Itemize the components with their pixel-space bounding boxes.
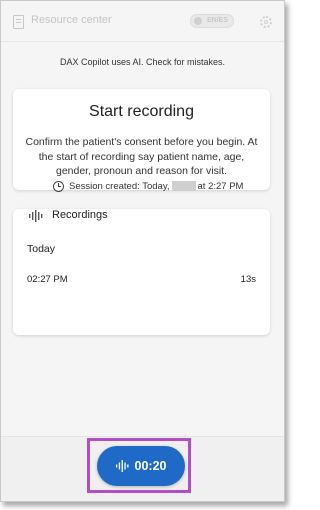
session-created-time: at 2:27 PM: [197, 180, 244, 192]
session-created-info: Session created: Today, at 2:27 PM: [53, 179, 243, 193]
session-created-prefix: Session created: Today,: [69, 180, 170, 192]
redacted-date: [171, 181, 196, 191]
recordings-group-today: Today: [27, 243, 56, 255]
clock-icon: [53, 180, 64, 192]
toggle-knob: [194, 17, 202, 25]
language-toggle[interactable]: EN/ES: [190, 14, 234, 28]
ai-disclaimer: DAX Copilot uses AI. Check for mistakes.: [59, 57, 226, 67]
recording-duration: 13s: [240, 274, 256, 285]
recordings-card: Recordings Today 02:27 PM 13s: [13, 209, 270, 335]
resource-center-link[interactable]: Resource center: [31, 14, 112, 26]
document-icon[interactable]: [13, 15, 24, 29]
gear-icon[interactable]: [260, 16, 272, 28]
app-panel: Resource center EN/ES DAX Copilot uses A…: [0, 0, 285, 502]
header-bar: Resource center EN/ES: [1, 1, 284, 42]
language-toggle-label: EN/ES: [206, 17, 228, 24]
waveform-icon: [29, 210, 43, 222]
highlight-box: [87, 438, 191, 493]
start-recording-heading: Start recording: [89, 103, 194, 120]
recording-time[interactable]: 02:27 PM: [27, 274, 68, 285]
recordings-title: Recordings: [52, 209, 108, 221]
recording-instructions: Confirm the patient's consent before you…: [25, 136, 258, 177]
start-recording-card: Start recording Confirm the patient's co…: [13, 89, 270, 190]
